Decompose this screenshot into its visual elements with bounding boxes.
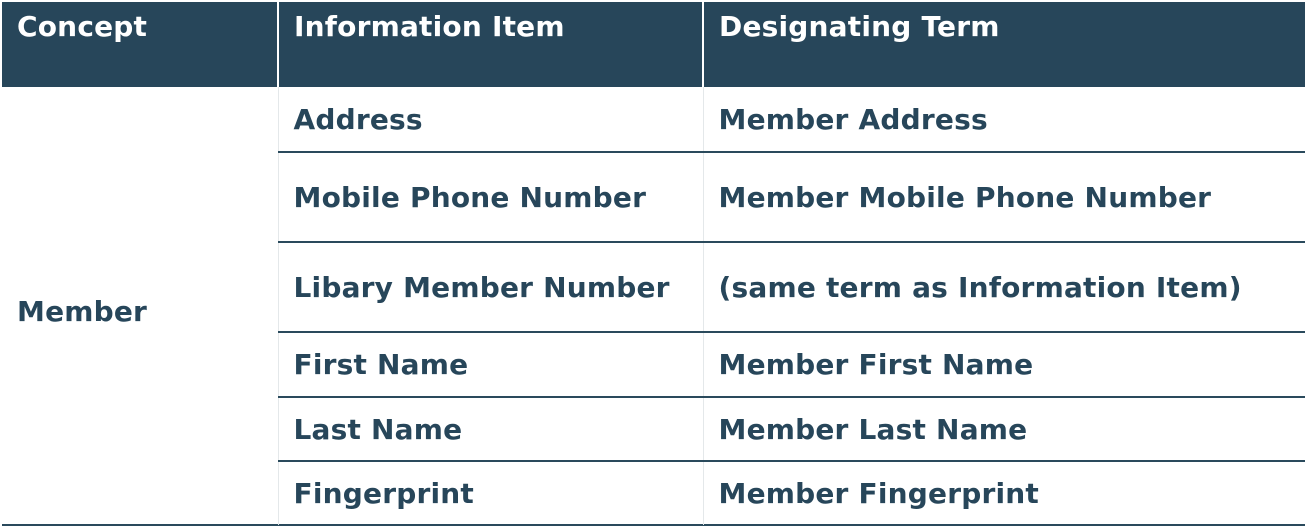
information-item-cell: Libary Member Number: [277, 242, 703, 333]
designating-term-cell: (same term as Information Item): [702, 242, 1305, 333]
information-item-cell: Last Name: [277, 397, 703, 462]
information-item-cell: Address: [277, 87, 703, 153]
concept-table-grid: Concept Information Item Designating Ter…: [2, 2, 1305, 525]
header-information-item: Information Item: [278, 2, 704, 87]
concept-table: Concept Information Item Designating Ter…: [2, 2, 1305, 526]
designating-term-cell: Member Last Name: [702, 397, 1305, 462]
header-row: Concept Information Item Designating Ter…: [2, 2, 1305, 87]
header-concept: Concept: [2, 2, 279, 87]
information-item-cell: Fingerprint: [277, 461, 703, 525]
designating-term-cell: Member Mobile Phone Number: [702, 152, 1305, 243]
designating-term-cell: Member Fingerprint: [702, 461, 1305, 525]
designating-term-cell: Member First Name: [702, 332, 1305, 398]
concept-cell: Member: [17, 294, 148, 328]
table-row: Member Address Member Address: [2, 87, 1305, 328]
designating-term-cell: Member Address: [702, 87, 1305, 153]
information-item-cell: First Name: [277, 332, 703, 398]
header-designating-term: Designating Term: [703, 2, 1305, 87]
information-item-cell: Mobile Phone Number: [277, 152, 703, 243]
